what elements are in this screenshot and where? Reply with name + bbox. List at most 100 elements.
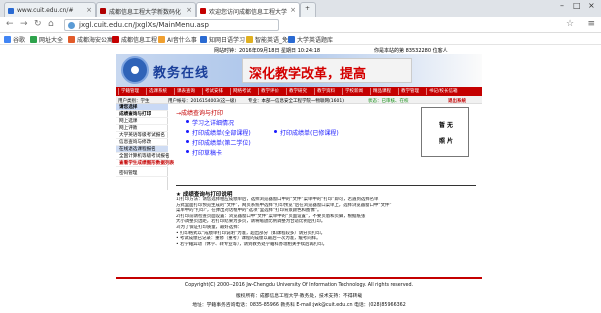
close-icon[interactable]: × — [86, 6, 92, 14]
bookmark-item[interactable]: 成都信息工程 — [112, 35, 157, 44]
breadcrumb: →成绩查询与打印 — [176, 110, 224, 117]
bookmark-icon — [4, 36, 11, 43]
browser-window: www.cuit.edu.cn/# × 成都信息工程大学新数码化 × 欢迎您访问… — [0, 0, 601, 313]
site-banner: 教务在线 深化教学改革，提高 — [116, 54, 482, 87]
nav-item[interactable]: 书记/校长信箱 — [426, 88, 458, 95]
sidebar-item-evaluation[interactable]: 网上评教 — [116, 125, 168, 132]
nav-item[interactable]: 教学资料 — [314, 88, 335, 95]
photo-line-1: 暂 无 — [438, 122, 454, 129]
bookmarks-bar: 谷歌 网址大全 成都海安公寓 成都信息工程 AI音什么事 知网日语学习 智能英语… — [0, 33, 601, 45]
bookmark-item[interactable]: AI音什么事 — [158, 35, 197, 44]
site-logo-text: 教务在线 — [153, 66, 210, 81]
menu-icon[interactable]: ≡ — [587, 19, 595, 29]
bookmark-item[interactable]: 大学英语题库 — [288, 35, 333, 44]
tab-digital[interactable]: 成都信息工程大学新数码化 × — [96, 2, 196, 17]
tab-title: 成都信息工程大学新数码化 — [109, 9, 182, 16]
new-tab-button[interactable]: + — [300, 2, 316, 17]
nav-item[interactable]: 课表查询 — [174, 88, 195, 95]
nav-item[interactable]: 选课系统 — [146, 88, 167, 95]
forward-icon[interactable]: → — [20, 19, 28, 29]
bookmark-icon — [158, 36, 165, 43]
link-study-detail[interactable]: 学习之详细情况 — [186, 118, 234, 127]
slogan-text: 深化教学改革，提高 — [249, 67, 367, 82]
bookmark-icon — [288, 36, 295, 43]
sidebar-item-grade-chart[interactable]: 查看学生成绩图形数据列表 — [116, 160, 174, 167]
sidebar-item-course-select[interactable]: 网上选课 — [116, 118, 168, 125]
visitor-count: 你是本站的第 83532280 位客人 — [374, 48, 448, 54]
bookmark-item[interactable]: 智能英语_免 — [246, 35, 288, 44]
site-info-icon[interactable] — [68, 22, 75, 29]
tab-title: www.cuit.edu.cn/# — [17, 7, 74, 14]
bullet-icon — [186, 140, 189, 143]
user-major: 专业：本部一信息安全工程学院一物联网(1601) — [248, 99, 344, 104]
photo-box: 暂 无 照 片 — [421, 107, 469, 157]
reload-icon[interactable]: ↻ — [34, 19, 42, 29]
footer-contact: 地址：学籍事务咨询电话：0835-85966 教务科 E-mail:jwk@cu… — [192, 303, 406, 308]
nav-item[interactable]: 教学评价 — [258, 88, 279, 95]
slogan-box: 深化教学改革，提高 — [242, 58, 412, 83]
user-info-bar: 用户类别：学生 用户帐号：2016154003(这一级) 专业：本部一信息安全工… — [116, 96, 482, 104]
sidebar-item-password[interactable]: 密码管理 — [116, 170, 168, 177]
maximize-icon[interactable]: □ — [573, 1, 581, 10]
close-icon[interactable]: × — [290, 6, 296, 14]
school-favicon-icon — [200, 8, 206, 14]
bookmark-item[interactable]: 知网日语学习 — [200, 35, 245, 44]
cuit-logo — [121, 56, 149, 84]
address-bar: ← → ↻ ⌂ jxgl.cuit.edu.cn/JxglXs/MainMenu… — [0, 17, 601, 33]
minimize-icon[interactable]: – — [560, 1, 564, 10]
link-print-all[interactable]: 打印成绩单(全部课程) — [186, 128, 251, 137]
bookmark-icon — [112, 36, 119, 43]
tab-cuit[interactable]: www.cuit.edu.cn/# × — [4, 2, 96, 17]
bullet-icon — [186, 130, 189, 133]
footer: Copyright(C) 2000--2016 Jw-Chengdu Unive… — [116, 277, 482, 313]
nav-item[interactable]: 学校新闻 — [342, 88, 363, 95]
nav-item[interactable]: 学籍管理 — [118, 88, 139, 95]
sidebar-item-info[interactable]: 信息查询与修改 — [116, 139, 168, 146]
bookmark-item[interactable]: 网址大全 — [30, 35, 63, 44]
user-status: 状态：已审核、在校 — [368, 99, 409, 104]
nav-item[interactable]: 精品课程 — [370, 88, 391, 95]
sidebar-item-ncre[interactable]: 全国计算机等级考试报名 — [116, 153, 170, 160]
bookmark-item[interactable]: 成都海安公寓 — [68, 35, 113, 44]
tab-bar: www.cuit.edu.cn/# × 成都信息工程大学新数码化 × 欢迎您访问… — [0, 0, 601, 17]
logout-link[interactable]: 退出系统 — [448, 98, 466, 104]
sidebar-item-cet[interactable]: 大学英语等级考试报名 — [116, 132, 168, 139]
nav-item[interactable]: 网络考试 — [230, 88, 251, 95]
sidebar-item-grades[interactable]: 成绩查询与打印 — [116, 111, 168, 118]
star-icon[interactable]: ☆ — [566, 19, 574, 29]
nav-item[interactable]: 教学管理 — [398, 88, 419, 95]
bookmark-icon — [246, 36, 253, 43]
sidebar: 请您选择 成绩查询与打印 网上选课 网上评教 大学英语等级考试报名 信息查询与修… — [116, 104, 174, 190]
school-favicon-icon — [100, 8, 106, 14]
bullet-icon — [186, 120, 189, 123]
cuit-favicon-icon — [8, 8, 14, 14]
nav-item[interactable]: 考试安排 — [202, 88, 223, 95]
main-nav: 学籍管理 选课系统 课表查询 考试安排 网络考试 教学评价 教学研究 教学资料 … — [116, 87, 482, 96]
bullet-icon — [274, 130, 277, 133]
home-icon[interactable]: ⌂ — [48, 19, 54, 29]
tab-jwzx[interactable]: 欢迎您访问成都信息工程大学 × — [196, 2, 300, 17]
sidebar-item-drop[interactable]: 在线退选课程报名 — [116, 146, 168, 153]
bookmark-item[interactable]: 谷歌 — [4, 35, 25, 44]
url-input[interactable]: jxgl.cuit.edu.cn/JxglXs/MainMenu.asp — [64, 19, 279, 31]
link-print-done[interactable]: 打印成绩单(已修课程) — [274, 128, 339, 137]
web-page: 网站时钟：2016年09月18日 星期日 10:24:18 你是本站的第 835… — [116, 45, 482, 313]
notice-body: 1)打印方法：请您选择相应成绩单后，选择浏览器窗口中的“文件”菜单中的“打印”即… — [176, 197, 476, 247]
nav-item[interactable]: 教学研究 — [286, 88, 307, 95]
link-print-draft[interactable]: 打印草稿卡 — [186, 148, 222, 157]
divider — [176, 185, 476, 186]
notice-line: • 若学籍异动（休学、转专业等），请到教务处学籍科办理相关手续后再打印。 — [176, 241, 328, 247]
close-icon[interactable]: × — [186, 6, 192, 14]
bookmark-icon — [30, 36, 37, 43]
tab-title: 欢迎您访问成都信息工程大学 — [209, 9, 288, 16]
link-print-second[interactable]: 打印成绩单(第二学位) — [186, 138, 251, 147]
user-account: 用户帐号：2016154003(这一级) — [168, 99, 237, 104]
window-close-icon[interactable]: × — [588, 1, 595, 10]
top-info-bar: 网站时钟：2016年09月18日 星期日 10:24:18 你是本站的第 835… — [116, 45, 482, 54]
bookmark-icon — [200, 36, 207, 43]
back-icon[interactable]: ← — [6, 19, 14, 29]
footer-rights: 版权所有：成都信息工程大学·教务处，技术支持：不得转载 — [235, 294, 363, 299]
url-text: jxgl.cuit.edu.cn/JxglXs/MainMenu.asp — [79, 21, 209, 29]
sidebar-head: 请您选择 — [116, 104, 168, 111]
bullet-icon — [186, 150, 189, 153]
